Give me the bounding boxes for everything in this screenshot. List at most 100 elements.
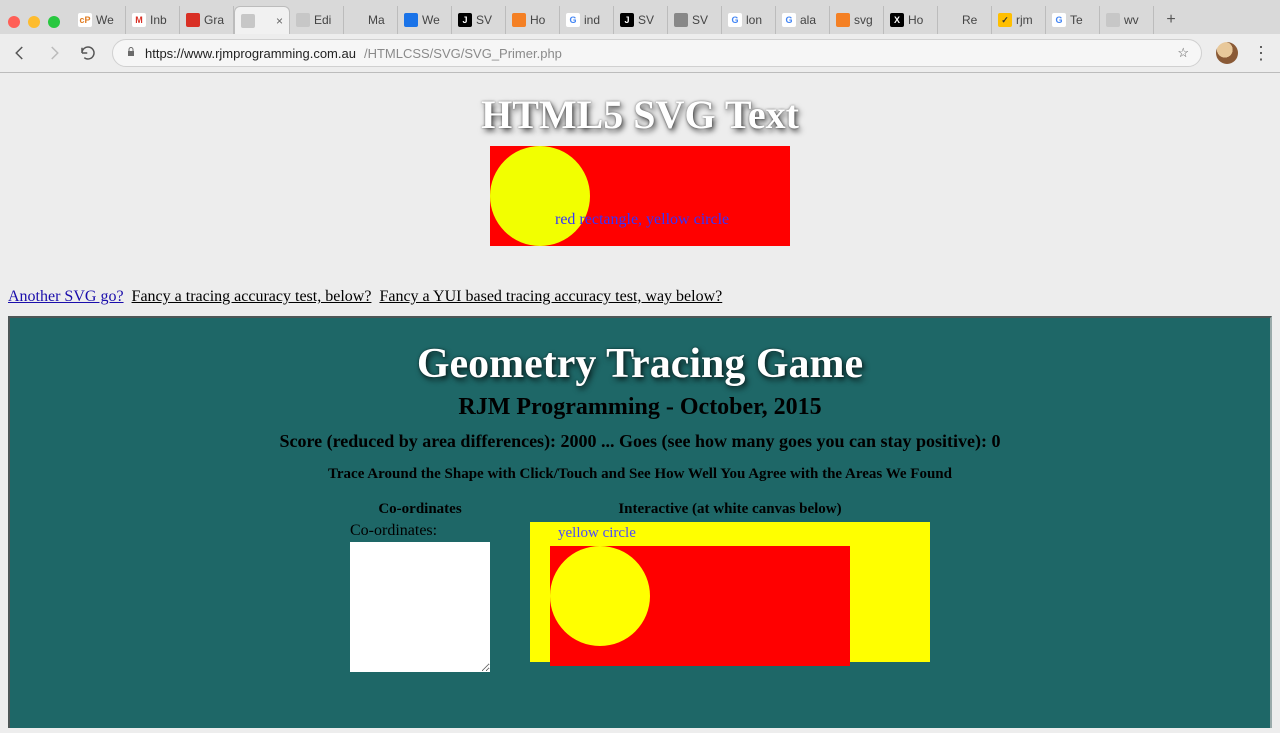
maximize-window-button[interactable] — [48, 16, 60, 28]
new-tab-button[interactable]: + — [1160, 9, 1182, 31]
toolbar: https://www.rjmprogramming.com.au/HTMLCS… — [0, 34, 1280, 72]
browser-tab[interactable]: Ma — [344, 6, 398, 34]
tab-favicon — [241, 14, 255, 28]
browser-tab[interactable]: ✓ rjm — [992, 6, 1046, 34]
tab-favicon: J — [620, 13, 634, 27]
tab-title: We — [422, 13, 445, 27]
browser-tab[interactable]: X Ho — [884, 6, 938, 34]
page-viewport: HTML5 SVG Text red rectangle, yellow cir… — [0, 73, 1280, 728]
tab-favicon — [836, 13, 850, 27]
browser-tab[interactable]: wv — [1100, 6, 1154, 34]
browser-tab[interactable]: We — [398, 6, 452, 34]
game-title: Geometry Tracing Game — [10, 340, 1270, 388]
browser-tab[interactable]: Gra — [180, 6, 234, 34]
browser-chrome: cPWeMInbGra×EdiMaWeJSVHoGindJSVSVGlonGal… — [0, 0, 1280, 73]
window-controls — [8, 16, 60, 34]
address-bar[interactable]: https://www.rjmprogramming.com.au/HTMLCS… — [112, 39, 1202, 67]
interactive-canvas[interactable]: yellow circle — [530, 522, 930, 662]
tab-favicon: J — [458, 13, 472, 27]
page-title-wrap: HTML5 SVG Text — [0, 91, 1280, 138]
demo-svg: red rectangle, yellow circle — [490, 146, 790, 246]
close-window-button[interactable] — [8, 16, 20, 28]
browser-tab[interactable]: Gala — [776, 6, 830, 34]
browser-tab[interactable]: svg — [830, 6, 884, 34]
tab-favicon — [186, 13, 200, 27]
col-header-coords: Co-ordinates — [330, 499, 510, 522]
tab-favicon: cP — [78, 13, 92, 27]
tab-title: SV — [476, 13, 499, 27]
tab-favicon: G — [566, 13, 580, 27]
back-button[interactable] — [10, 43, 30, 63]
tab-favicon: X — [890, 13, 904, 27]
tab-favicon — [512, 13, 526, 27]
browser-tab[interactable]: × — [234, 6, 290, 34]
page-title: HTML5 SVG Text — [481, 91, 799, 138]
tab-title: Gra — [204, 13, 227, 27]
tab-favicon — [674, 13, 688, 27]
tab-title: svg — [854, 13, 877, 27]
browser-tab[interactable]: G Te — [1046, 6, 1100, 34]
game-table: Co-ordinates Interactive (at white canva… — [330, 499, 950, 672]
url-host: https://www.rjmprogramming.com.au — [145, 46, 356, 61]
browser-tab[interactable]: J SV — [614, 6, 668, 34]
browser-tab[interactable]: cP We — [72, 6, 126, 34]
tab-title: ind — [584, 13, 607, 27]
tab-favicon: M — [132, 13, 146, 27]
demo-yellow-circle — [490, 146, 590, 246]
tab-title: SV — [692, 13, 715, 27]
tab-favicon — [404, 13, 418, 27]
tab-favicon — [1106, 13, 1120, 27]
tab-title: Re — [962, 13, 985, 27]
browser-tab[interactable]: Gind — [560, 6, 614, 34]
tab-title: Inb — [150, 13, 173, 27]
tab-title: Te — [1070, 13, 1093, 27]
reload-button[interactable] — [78, 43, 98, 63]
coords-textarea[interactable] — [350, 542, 490, 672]
browser-tab[interactable]: Re — [938, 6, 992, 34]
game-score-line: Score (reduced by area differences): 200… — [10, 431, 1270, 452]
another-svg-link[interactable]: Another SVG go? — [8, 288, 124, 305]
browser-tab[interactable]: M Inb — [126, 6, 180, 34]
tab-favicon: G — [1052, 13, 1066, 27]
tab-title: lon — [746, 13, 769, 27]
tab-title: wv — [1124, 13, 1147, 27]
lock-icon — [125, 46, 137, 61]
tab-title: SV — [638, 13, 661, 27]
tab-title: Ho — [908, 13, 931, 27]
tab-favicon: ✓ — [998, 13, 1012, 27]
game-frame: Geometry Tracing Game RJM Programming - … — [8, 316, 1272, 728]
col-header-interactive: Interactive (at white canvas below) — [510, 499, 950, 522]
game-instruction: Trace Around the Shape with Click/Touch … — [10, 466, 1270, 483]
browser-tab[interactable]: Glon — [722, 6, 776, 34]
tab-favicon: G — [728, 13, 742, 27]
tab-title: Ho — [530, 13, 553, 27]
tab-title: Ma — [368, 13, 391, 27]
game-subtitle: RJM Programming - October, 2015 — [10, 394, 1270, 421]
tab-favicon: G — [782, 13, 796, 27]
browser-tab[interactable]: J SV — [452, 6, 506, 34]
tab-title: We — [96, 13, 119, 27]
tab-favicon — [296, 13, 310, 27]
url-path: /HTMLCSS/SVG/SVG_Primer.php — [364, 46, 562, 61]
tab-title: Edi — [314, 13, 337, 27]
demo-svg-text: red rectangle, yellow circle — [555, 211, 729, 228]
browser-tab[interactable]: Edi — [290, 6, 344, 34]
tab-strip: cPWeMInbGra×EdiMaWeJSVHoGindJSVSVGlonGal… — [0, 0, 1280, 34]
tab-title: rjm — [1016, 13, 1039, 27]
browser-tab[interactable]: SV — [668, 6, 722, 34]
close-icon[interactable]: × — [276, 14, 283, 28]
tab-favicon — [350, 13, 364, 27]
avatar[interactable] — [1216, 42, 1238, 64]
browser-tab[interactable]: Ho — [506, 6, 560, 34]
bookmark-star-icon[interactable]: ☆ — [1177, 45, 1189, 61]
canvas-text: yellow circle — [558, 525, 636, 542]
minimize-window-button[interactable] — [28, 16, 40, 28]
menu-button[interactable]: ⋮ — [1252, 43, 1270, 64]
tracing-test-link[interactable]: Fancy a tracing accuracy test, below? — [132, 288, 372, 305]
forward-button[interactable] — [44, 43, 64, 63]
coords-label: Co-ordinates: — [350, 522, 490, 540]
tab-favicon — [944, 13, 958, 27]
links-row: Another SVG go? Fancy a tracing accuracy… — [0, 286, 1280, 312]
canvas-yellow-circle — [550, 546, 650, 646]
yui-tracing-test-link[interactable]: Fancy a YUI based tracing accuracy test,… — [379, 288, 722, 305]
